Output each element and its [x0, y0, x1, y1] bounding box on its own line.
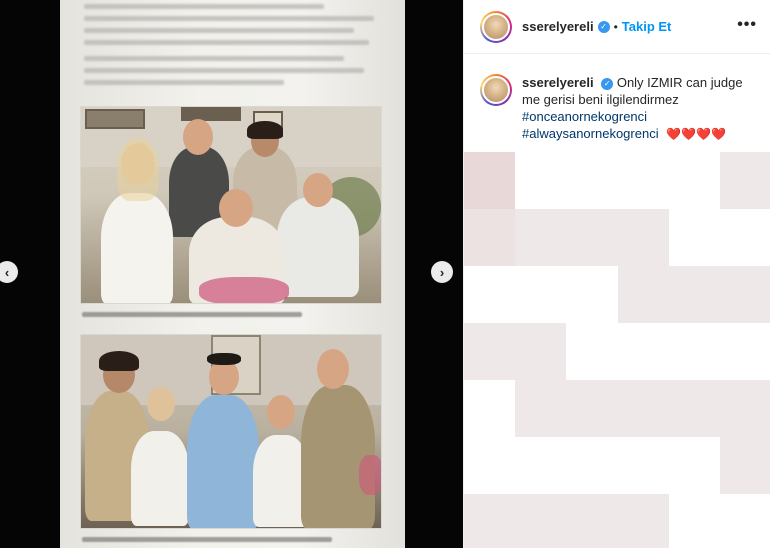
verified-badge-icon: ✓: [597, 20, 610, 33]
verified-badge-icon: ✓: [601, 77, 614, 90]
blur-mosaic-cell: [719, 437, 770, 494]
blur-mosaic-cell: [464, 209, 516, 266]
separator-dot: •: [613, 19, 618, 34]
blur-mosaic-cell: [617, 209, 669, 266]
caption-avatar[interactable]: [480, 74, 512, 106]
caption-username[interactable]: sserelyereli: [522, 75, 594, 90]
blur-mosaic-cell: [464, 323, 516, 380]
blur-mosaic-cell: [464, 152, 516, 209]
blur-mosaic-cell: [617, 437, 669, 494]
blur-mosaic-cell: [668, 494, 720, 548]
previous-image-button[interactable]: ‹: [0, 261, 18, 283]
blur-mosaic-cell: [719, 494, 770, 548]
blur-mosaic-cell: [566, 209, 618, 266]
blur-mosaic-cell: [668, 437, 720, 494]
blur-mosaic-cell: [515, 266, 567, 323]
hashtag-link[interactable]: #alwaysanornekogrenci: [522, 126, 659, 141]
blur-mosaic-cell: [719, 209, 770, 266]
blur-mosaic-cell: [668, 266, 720, 323]
blur-mosaic-cell: [617, 152, 669, 209]
blur-mosaic-cell: [719, 266, 770, 323]
blur-mosaic-cell: [668, 152, 720, 209]
chevron-left-icon: ‹: [4, 264, 10, 280]
blur-mosaic-cell: [617, 494, 669, 548]
next-image-button[interactable]: ›: [431, 261, 453, 283]
blur-mosaic-cell: [515, 437, 567, 494]
blur-mosaic-cell: [515, 380, 567, 437]
top-photo: [80, 106, 382, 304]
blur-mosaic-cell: [566, 266, 618, 323]
username-link[interactable]: sserelyereli: [522, 19, 594, 34]
blur-mosaic-cell: [617, 323, 669, 380]
blur-mosaic-cell: [668, 380, 720, 437]
blur-mosaic-cell: [515, 323, 567, 380]
blur-mosaic-cell: [566, 437, 618, 494]
blur-mosaic-cell: [719, 380, 770, 437]
blur-mosaic-cell: [668, 323, 720, 380]
blur-mosaic-cell: [566, 380, 618, 437]
blur-mosaic-cell: [566, 152, 618, 209]
blur-mosaic-cell: [719, 323, 770, 380]
newspaper-page-photo: [60, 0, 405, 548]
blur-mosaic-cell: [515, 494, 567, 548]
blur-mosaic-cell: [464, 437, 516, 494]
post-header: sserelyereli ✓ • Takip Et •••: [464, 0, 770, 54]
post-side-panel: sserelyereli ✓ • Takip Et ••• sserelyere…: [463, 0, 770, 548]
chevron-right-icon: ›: [439, 264, 445, 280]
blur-mosaic-cell: [566, 494, 618, 548]
follow-button[interactable]: Takip Et: [622, 19, 672, 34]
blur-mosaic-cell: [464, 494, 516, 548]
blur-mosaic-cell: [464, 266, 516, 323]
blur-mosaic-cell: [617, 380, 669, 437]
bottom-photo: [80, 334, 382, 529]
caption-comment: sserelyereli ✓ Only IZMIR can judge me g…: [480, 74, 760, 143]
blur-mosaic-cell: [464, 380, 516, 437]
blur-mosaic-cell: [617, 266, 669, 323]
avatar[interactable]: [480, 10, 512, 43]
blurred-comments-area: [464, 152, 770, 548]
blur-mosaic-cell: [515, 209, 567, 266]
blur-mosaic-cell: [719, 152, 770, 209]
more-options-icon[interactable]: •••: [737, 16, 757, 34]
heart-emoji: ❤️❤️❤️❤️: [666, 127, 726, 141]
hashtag-link[interactable]: #onceanornekogrenci: [522, 108, 760, 125]
blur-mosaic-cell: [668, 209, 720, 266]
blur-mosaic-cell: [566, 323, 618, 380]
post-media[interactable]: ‹ ›: [0, 0, 463, 548]
blur-mosaic-cell: [515, 152, 567, 209]
